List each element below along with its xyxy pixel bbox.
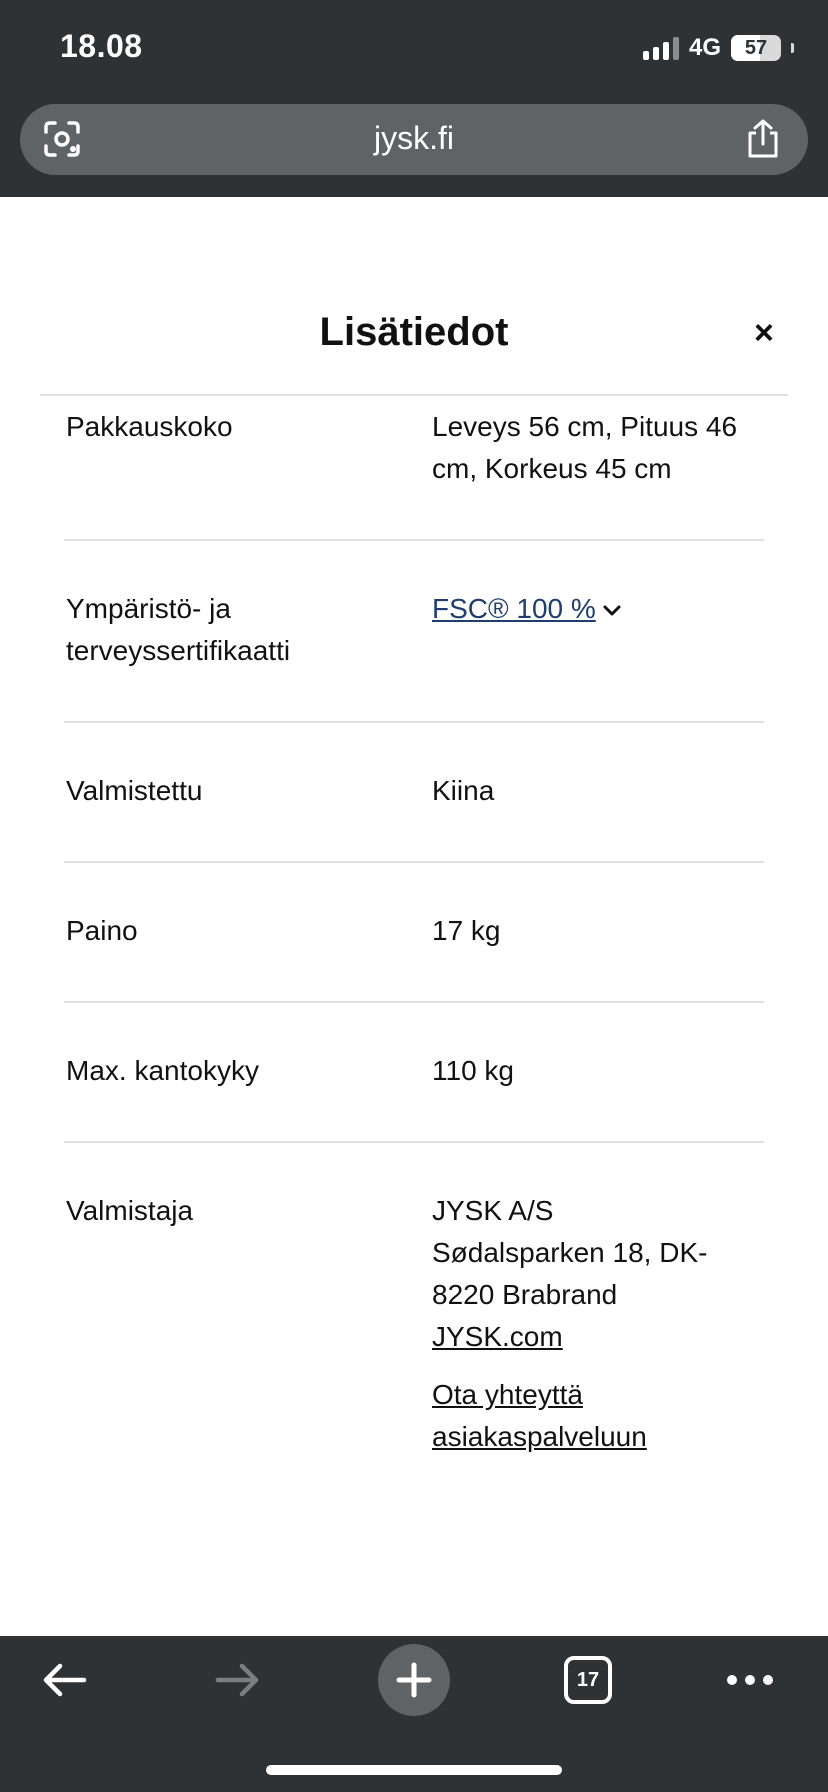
contact-customer-service-link[interactable]: Ota yhteyttä asiakaspalveluun <box>432 1379 647 1452</box>
close-icon[interactable]: × <box>754 316 774 350</box>
manufacturer-name: JYSK A/S <box>432 1195 554 1226</box>
address-bar[interactable]: jysk.fi <box>20 104 808 175</box>
detail-label: Valmistaja <box>66 1195 194 1226</box>
share-icon[interactable] <box>744 118 782 160</box>
detail-value: Leveys 56 cm, Pituus 46 cm, Korkeus 45 c… <box>432 411 738 484</box>
manufacturer-website-link[interactable]: JYSK.com <box>432 1321 563 1352</box>
battery-tip <box>791 43 794 53</box>
detail-value: FSC® 100 % <box>432 588 762 630</box>
detail-label: Paino <box>66 915 138 946</box>
chevron-down-icon[interactable] <box>602 604 622 618</box>
detail-label: Valmistettu <box>66 775 203 806</box>
back-arrow-icon[interactable] <box>40 1662 88 1698</box>
detail-value: JYSK A/S Sødalsparken 18, DK-8220 Brabra… <box>432 1190 762 1458</box>
detail-value: Kiina <box>432 775 495 806</box>
detail-value: 110 kg <box>432 1055 514 1086</box>
network-type: 4G <box>688 34 721 61</box>
signal-icon <box>642 36 679 60</box>
more-options-icon[interactable] <box>726 1674 774 1686</box>
row-divider <box>64 721 764 723</box>
row-divider <box>64 1001 764 1003</box>
manufacturer-address: Sødalsparken 18, DK-8220 Brabrand <box>432 1237 708 1310</box>
forward-arrow-icon[interactable] <box>214 1662 262 1698</box>
status-indicators: 4G 57 <box>642 34 794 62</box>
fsc-certificate-link[interactable]: FSC® 100 % <box>432 593 596 624</box>
detail-value: 17 kg <box>432 915 501 946</box>
battery-level: 57 <box>744 36 768 59</box>
status-time: 18.08 <box>60 28 143 64</box>
battery-icon: 57 <box>731 35 781 61</box>
detail-label: Max. kantokyky <box>66 1055 259 1086</box>
url-text[interactable]: jysk.fi <box>20 120 808 157</box>
tabs-button[interactable]: 17 <box>564 1656 612 1704</box>
plus-icon <box>396 1662 432 1698</box>
detail-label: Ympäristö- ja terveyssertifikaatti <box>66 593 291 666</box>
new-tab-button[interactable] <box>378 1644 450 1716</box>
home-indicator <box>266 1765 562 1775</box>
row-divider <box>64 861 764 863</box>
browser-top-bar: 18.08 4G 57 jysk.fi <box>0 0 828 197</box>
row-divider <box>64 539 764 541</box>
detail-label: Pakkauskoko <box>66 411 233 442</box>
header-divider <box>40 394 788 396</box>
row-divider <box>64 1141 764 1143</box>
modal-title: Lisätiedot <box>319 310 509 354</box>
